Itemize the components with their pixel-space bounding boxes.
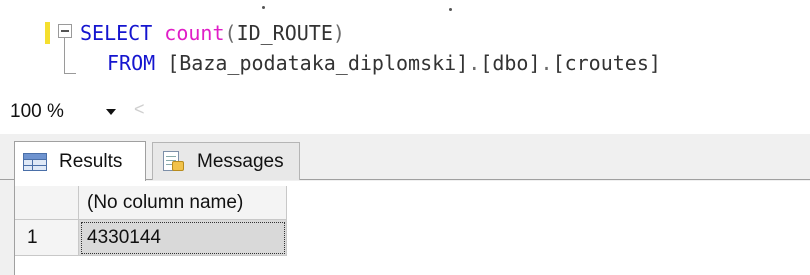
row-number[interactable]: 1 [15,220,79,256]
tab-messages-label: Messages [197,150,284,172]
column-identifier: ID_ROUTE [236,21,333,45]
table-identifier: [croutes] [552,51,661,75]
grid-header-row: (No column name) [15,186,287,220]
schema-identifier: [dbo] [480,51,541,75]
close-paren: ) [332,21,345,45]
count-function: count [164,21,225,45]
code-line-2[interactable]: FROM [Baza_podataka_diplomski].[dbo].[cr… [107,51,661,75]
zoom-bar: 100 % < [0,95,810,132]
from-keyword: FROM [107,51,156,75]
grid-corner-cell[interactable] [15,186,79,220]
separator-dot: . [540,51,553,75]
column-header[interactable]: (No column name) [79,186,287,220]
open-paren: ( [224,21,237,45]
results-tab-strip: Results Messages [0,134,810,181]
tab-results[interactable]: Results [14,141,146,181]
tab-results-label: Results [59,150,123,172]
results-pane: Results Messages (No column name) 1 4330… [0,134,810,275]
messages-icon [161,150,185,174]
change-marker [45,22,50,44]
tab-messages[interactable]: Messages [152,142,300,180]
table-row[interactable]: 1 4330144 [15,220,287,256]
query-editor[interactable]: SELECT count(ID_ROUTE) FROM [Baza_podata… [0,0,810,93]
editor-artifact-dot [449,8,452,11]
scroll-left-icon[interactable]: < [134,99,145,120]
collapse-toggle-icon[interactable] [58,24,72,38]
code-line-1[interactable]: SELECT count(ID_ROUTE) [80,21,345,45]
outline-guide [64,38,76,74]
separator-dot: . [468,51,481,75]
result-cell[interactable]: 4330144 [79,220,287,256]
select-keyword: SELECT [80,21,153,45]
editor-artifact-dot [262,6,265,9]
results-grid[interactable]: (No column name) 1 4330144 [14,181,810,275]
chevron-down-icon[interactable] [106,109,116,115]
zoom-dropdown[interactable]: 100 % [10,99,126,125]
zoom-value: 100 % [10,101,64,122]
database-identifier: [Baza_podataka_diplomski] [167,51,469,75]
grid-icon [23,152,47,171]
